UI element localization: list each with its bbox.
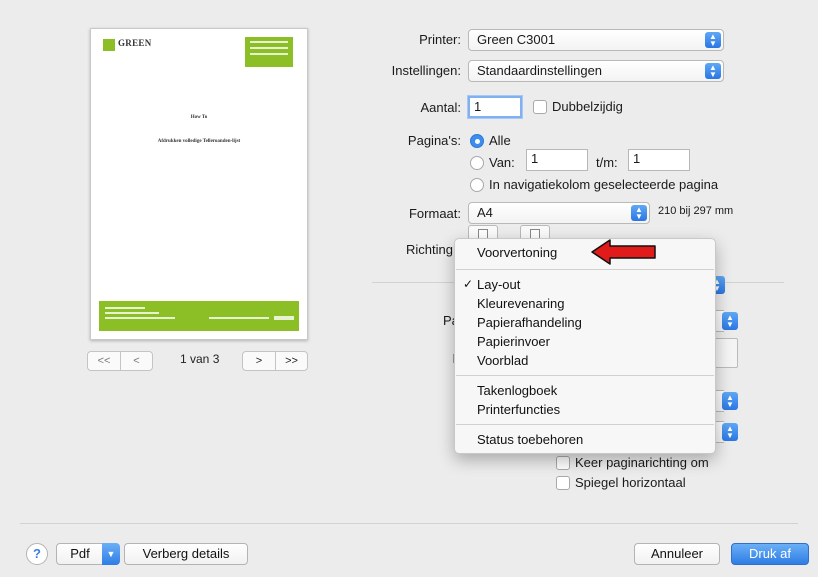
help-button[interactable]: ?	[26, 543, 48, 565]
menu-separator	[456, 269, 714, 270]
pages-from-input[interactable]: 1	[526, 149, 588, 171]
hidden-popup-1-stepper-icon[interactable]: ▲ ▼	[722, 312, 738, 330]
preview-nav-back: << <	[87, 351, 153, 371]
footer-divider	[20, 523, 798, 524]
paper-dimensions: 210 bij 297 mm	[658, 205, 734, 217]
preview-subtitle: Afdrukken volledige Telleroanden-lijst	[157, 139, 241, 144]
hidden-popup-3-stepper-icon[interactable]: ▲ ▼	[722, 423, 738, 441]
two-sided-label: Dubbelzijdig	[552, 99, 623, 114]
pages-sidebar-radio[interactable]	[470, 178, 484, 192]
flip-horizontal-checkbox[interactable]	[556, 476, 570, 490]
cancel-button[interactable]: Annuleer	[634, 543, 720, 565]
printer-label: Printer:	[419, 32, 461, 47]
menu-separator	[456, 375, 714, 376]
reverse-orientation-label: Keer paginarichting om	[575, 455, 709, 470]
two-sided-checkbox[interactable]	[533, 100, 547, 114]
reverse-orientation-checkbox[interactable]	[556, 456, 570, 470]
pages-sidebar-label: In navigatiekolom geselecteerde pagina	[489, 177, 719, 192]
pages-to-label: t/m:	[596, 155, 618, 170]
layout-direction-icon[interactable]	[714, 338, 738, 368]
checkmark-icon: ✓	[463, 277, 474, 291]
popup-stepper-icon: ▲ ▼	[631, 205, 647, 221]
pages-to-input[interactable]: 1	[628, 149, 690, 171]
first-page-button[interactable]: <<	[88, 352, 120, 370]
popup-stepper-icon: ▲ ▼	[705, 32, 721, 48]
orientation-label: Richting	[406, 242, 453, 257]
printer-value: Green C3001	[477, 32, 556, 47]
pages-label: Pagina's:	[407, 133, 461, 148]
menu-item-paper-handling[interactable]: Papierafhandeling	[477, 315, 582, 330]
pages-range-radio[interactable]	[470, 156, 484, 170]
pages-all-label: Alle	[489, 133, 511, 148]
pages-all-radio[interactable]	[470, 134, 484, 148]
menu-separator	[456, 424, 714, 425]
menu-item-cover-page[interactable]: Voorblad	[477, 353, 528, 368]
hidden-popup-2-stepper-icon[interactable]: ▲ ▼	[722, 392, 738, 410]
menu-item-color-matching[interactable]: Kleurevenaring	[477, 296, 564, 311]
panel-menu: Voorvertoning ✓ Lay-out Kleurevenaring P…	[454, 238, 716, 454]
pdf-menu-chevron-icon[interactable]: ▼	[102, 543, 120, 565]
presets-popup[interactable]: Standaardinstellingen ▲ ▼	[468, 60, 724, 82]
logo-mark-icon	[103, 39, 115, 51]
preview-logo: GREEN	[118, 38, 152, 48]
paper-size-value: A4	[477, 205, 493, 220]
page-preview: GREEN How To Afdrukken volledige Tellero…	[90, 28, 308, 340]
previous-page-button[interactable]: <	[120, 352, 152, 370]
paper-size-label: Formaat:	[408, 206, 461, 221]
print-button[interactable]: Druk af	[731, 543, 809, 565]
menu-item-layout[interactable]: Lay-out	[477, 277, 520, 292]
menu-item-printer-features[interactable]: Printerfuncties	[477, 402, 560, 417]
menu-item-preview[interactable]: Voorvertoning	[477, 245, 557, 260]
copies-label: Aantal:	[420, 100, 461, 115]
page-count: 1 van 3	[180, 352, 220, 366]
next-page-button[interactable]: >	[243, 352, 275, 370]
preview-nav-forward: > >>	[242, 351, 308, 371]
flip-horizontal-label: Spiegel horizontaal	[575, 475, 686, 490]
pdf-button[interactable]: Pdf	[56, 543, 104, 565]
presets-label: Instellingen:	[391, 63, 461, 78]
pages-from-label: Van:	[489, 155, 515, 170]
preview-footer-band	[99, 301, 299, 331]
presets-value: Standaardinstellingen	[477, 63, 603, 78]
red-arrow-icon	[591, 239, 656, 265]
paper-size-popup[interactable]: A4 ▲ ▼	[468, 202, 650, 224]
menu-item-paper-feed[interactable]: Papierinvoer	[477, 334, 550, 349]
menu-item-job-log[interactable]: Takenlogboek	[477, 383, 557, 398]
preview-title: How To	[190, 115, 208, 120]
printer-popup[interactable]: Green C3001 ▲ ▼	[468, 29, 724, 51]
menu-item-supply-levels[interactable]: Status toebehoren	[477, 432, 583, 447]
copies-input[interactable]: 1	[468, 96, 522, 118]
popup-stepper-icon: ▲ ▼	[705, 63, 721, 79]
hide-details-button[interactable]: Verberg details	[124, 543, 248, 565]
preview-green-tag	[245, 37, 293, 67]
last-page-button[interactable]: >>	[275, 352, 307, 370]
